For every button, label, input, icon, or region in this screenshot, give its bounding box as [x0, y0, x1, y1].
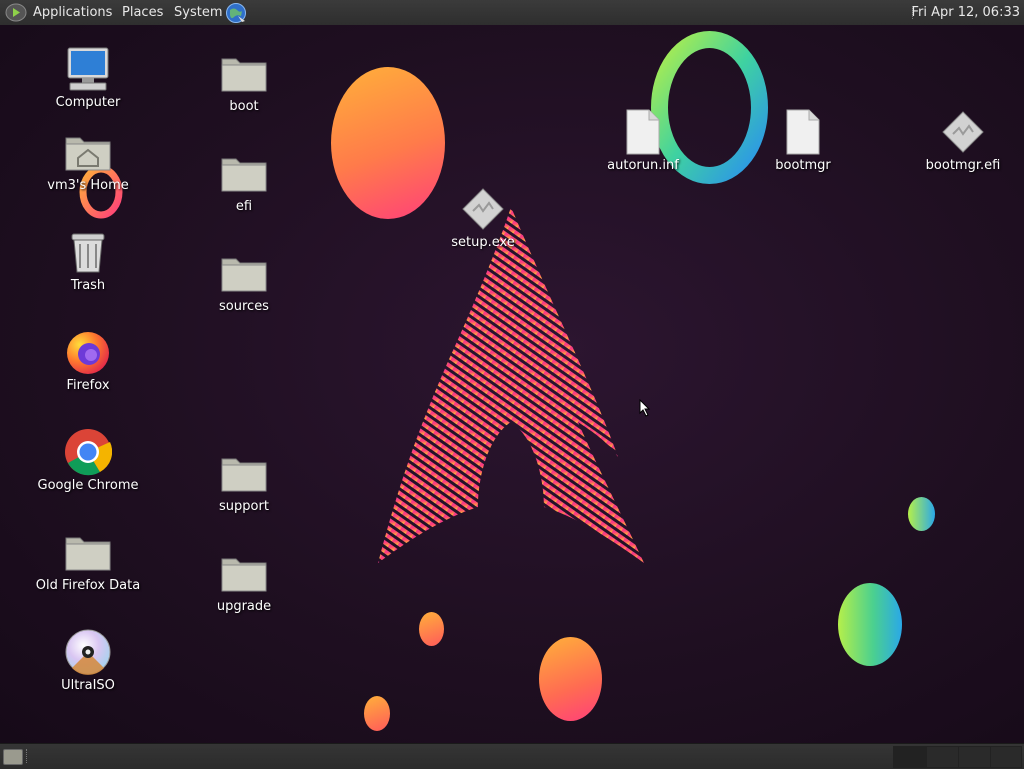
web-browser-icon[interactable] [225, 2, 247, 24]
icon-label: sources [219, 299, 269, 314]
panel-grip[interactable] [26, 749, 30, 763]
chrome-icon [65, 429, 112, 476]
desktop-icon-setup-exe[interactable]: setup.exe [428, 185, 538, 250]
desktop[interactable]: Computer vm3's Home Trash Firefox Google… [0, 25, 1024, 743]
desktop-icon-upgrade[interactable]: upgrade [189, 549, 299, 614]
disc-icon [65, 629, 111, 675]
desktop-icon-bootmgr-efi[interactable]: bootmgr.efi [908, 108, 1018, 173]
icon-label: UltraISO [61, 678, 115, 693]
workspace-4[interactable] [990, 746, 1022, 768]
file-icon [786, 109, 820, 155]
desktop-icon-home[interactable]: vm3's Home [33, 128, 143, 193]
icon-label: efi [235, 199, 253, 214]
icon-label: bootmgr [775, 158, 831, 173]
wallpaper-orb [419, 612, 444, 646]
home-folder-icon [65, 137, 111, 171]
mouse-cursor-icon [639, 399, 651, 417]
desktop-icon-support[interactable]: support [189, 449, 299, 514]
wallpaper-orb [539, 637, 602, 721]
arch-logo [378, 207, 644, 563]
desktop-icon-firefox[interactable]: Firefox [33, 328, 143, 393]
folder-icon [221, 558, 267, 592]
desktop-icon-autorun-inf[interactable]: autorun.inf [588, 108, 698, 173]
firefox-icon [67, 332, 109, 374]
icon-label: bootmgr.efi [925, 158, 1001, 173]
bottom-panel [0, 743, 1024, 769]
computer-icon [67, 47, 109, 91]
wallpaper-orb [838, 583, 902, 666]
icon-label: upgrade [216, 599, 272, 614]
folder-icon [221, 58, 267, 92]
file-icon [626, 109, 660, 155]
desktop-icon-trash[interactable]: Trash [33, 228, 143, 293]
desktop-icon-boot[interactable]: boot [189, 49, 299, 114]
top-panel: Applications Places System Fri Apr 12, 0… [0, 0, 1024, 26]
desktop-icon-computer[interactable]: Computer [33, 45, 143, 110]
icon-label: support [219, 499, 269, 514]
workspace-1[interactable] [893, 746, 926, 768]
icon-label: vm3's Home [47, 178, 129, 193]
executable-icon [942, 111, 984, 153]
desktop-icon-efi[interactable]: efi [189, 149, 299, 214]
icon-label: Trash [70, 278, 106, 293]
icon-label: boot [229, 99, 259, 114]
folder-icon [221, 458, 267, 492]
trash-icon [71, 233, 105, 273]
workspace-3[interactable] [958, 746, 991, 768]
desktop-icon-chrome[interactable]: Google Chrome [33, 428, 143, 493]
desktop-icon-old-firefox-data[interactable]: Old Firefox Data [33, 528, 143, 593]
folder-icon [65, 537, 111, 571]
executable-icon [462, 188, 504, 230]
folder-icon [221, 258, 267, 292]
workspace-2[interactable] [926, 746, 959, 768]
show-desktop-icon[interactable] [3, 749, 23, 765]
icon-label: setup.exe [451, 235, 515, 250]
icon-label: autorun.inf [607, 158, 679, 173]
wallpaper-orb [364, 696, 390, 731]
desktop-icon-bootmgr[interactable]: bootmgr [748, 108, 858, 173]
desktop-icon-ultraiso[interactable]: UltraISO [33, 628, 143, 693]
folder-icon [221, 158, 267, 192]
icon-label: Firefox [66, 378, 110, 393]
icon-label: Old Firefox Data [35, 578, 141, 593]
apps-menu-icon[interactable] [5, 3, 27, 22]
desktop-icon-sources[interactable]: sources [189, 249, 299, 314]
applications-menu[interactable]: Applications [33, 0, 112, 25]
clock[interactable]: Fri Apr 12, 06:33 [911, 0, 1020, 25]
icon-label: Google Chrome [37, 478, 139, 493]
icon-label: Computer [55, 95, 121, 110]
wallpaper-orb [908, 497, 935, 531]
places-menu[interactable]: Places [122, 0, 163, 25]
system-menu[interactable]: System [174, 0, 222, 25]
